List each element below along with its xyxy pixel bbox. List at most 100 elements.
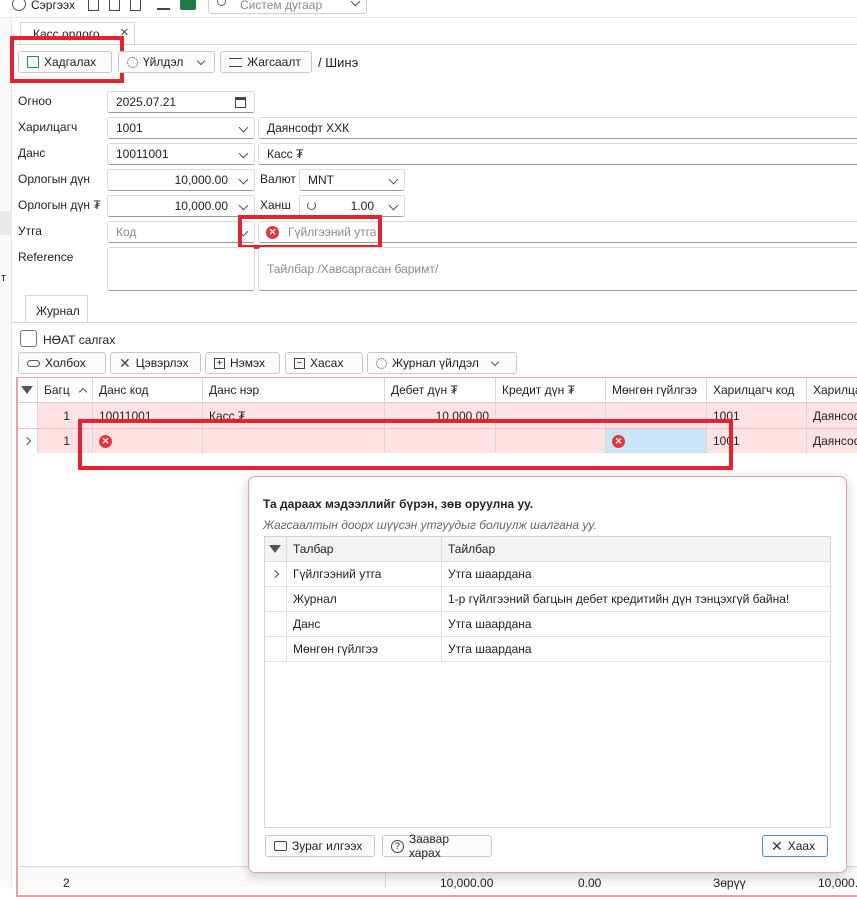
paste-icon[interactable]: [109, 0, 120, 11]
amount-value: 10,000.00: [174, 173, 228, 187]
reference-label: Reference: [18, 250, 74, 264]
list-item[interactable]: Гүйлгээний утга Утга шаардана: [265, 562, 830, 587]
tab-close-icon[interactable]: ×: [120, 24, 129, 41]
chevron-down-icon[interactable]: [238, 122, 249, 133]
currency-select[interactable]: MNT: [299, 169, 405, 191]
chevron-down-icon: [388, 174, 399, 185]
send-screenshot-button[interactable]: Зураг илгээх: [265, 835, 375, 857]
filter-icon[interactable]: [265, 537, 287, 561]
row-cash[interactable]: ✕: [606, 429, 707, 453]
table-row[interactable]: 1 ✕ ✕ 1001 Даянсофт: [18, 428, 857, 453]
error-list-table: Талбар Тайлбар Гүйлгээний утга Утга шаар…: [264, 536, 831, 828]
search-icon: [217, 0, 226, 6]
error-desc-value: 1-р гүйлгээний багцын дебет кредитийн дү…: [448, 592, 790, 606]
excel-export-icon[interactable]: [180, 0, 196, 10]
account-label: Данс: [18, 146, 46, 160]
error-table-header: Талбар Тайлбар: [265, 537, 830, 562]
row-batch[interactable]: 1: [38, 403, 93, 428]
row-account-code[interactable]: ✕: [93, 429, 203, 453]
row-customer[interactable]: Даянсофт: [807, 429, 857, 453]
col-customer[interactable]: Харилцагч: [807, 378, 857, 403]
col-credit[interactable]: Кредит дүн ₮: [496, 378, 606, 403]
col-batch[interactable]: Багц: [38, 378, 93, 403]
row-credit[interactable]: [496, 403, 606, 428]
error-icon: ✕: [612, 434, 625, 448]
row-account-code[interactable]: 10011001: [93, 403, 203, 428]
account-code-field[interactable]: 10011001: [107, 143, 255, 165]
row-debit[interactable]: 10,000.00: [385, 403, 496, 428]
remove-button[interactable]: − Хасах: [285, 352, 363, 374]
vat-label: НӨАТ салгах: [43, 333, 116, 347]
row-customer-code[interactable]: 1001: [707, 429, 807, 453]
copy-icon[interactable]: [88, 0, 99, 11]
amount-mnt-field[interactable]: 10,000.00: [107, 195, 255, 217]
list-icon[interactable]: [157, 0, 170, 10]
row-customer-code[interactable]: 1001: [707, 403, 807, 428]
rate-field[interactable]: 1.00: [299, 195, 405, 217]
help-label: Заавар харах: [408, 832, 450, 860]
note-field[interactable]: Тайлбар /Хавсаргасан баримт/: [258, 247, 857, 291]
calendar-icon[interactable]: [235, 97, 246, 108]
row-account-name[interactable]: [203, 429, 385, 453]
table-row[interactable]: 1 10011001 Касс ₮ 10,000.00 1001 Даянсоф…: [18, 403, 857, 428]
add-button[interactable]: + Нэмэх: [205, 352, 280, 374]
journal-operation-button[interactable]: Журнал үйлдэл: [367, 352, 517, 374]
link-icon: [27, 359, 40, 367]
row-credit[interactable]: [496, 429, 606, 453]
chevron-down-icon[interactable]: [238, 148, 249, 159]
chevron-down-icon[interactable]: [388, 200, 399, 211]
purpose-text-field[interactable]: ✕ Гүйлгээний утга: [258, 221, 857, 243]
col-account-code[interactable]: Данс код: [93, 378, 203, 403]
list-item[interactable]: Мөнгөн гүйлгээ Утга шаардана: [265, 637, 830, 662]
save-button[interactable]: Хадгалах: [18, 51, 112, 73]
row-indicator[interactable]: [18, 429, 38, 453]
footer-diff-label: Зөрүү: [713, 876, 746, 890]
system-number-search[interactable]: Систем дугаар: [208, 0, 367, 14]
debit-value: 10,000.00: [435, 408, 489, 423]
col-desc[interactable]: Тайлбар: [442, 537, 830, 561]
link-button[interactable]: Холбох: [18, 352, 106, 374]
help-button[interactable]: ? Заавар харах: [382, 832, 492, 860]
col-field[interactable]: Талбар: [287, 537, 442, 561]
error-field: Журнал: [287, 587, 442, 611]
col-account-name-label: Данс нэр: [209, 383, 260, 397]
col-customer-code[interactable]: Харилцагч код: [707, 378, 807, 403]
list-button[interactable]: Жагсаалт: [220, 51, 312, 73]
col-debit[interactable]: Дебет дүн ₮: [385, 378, 496, 403]
chevron-down-icon[interactable]: [238, 200, 249, 211]
tab-divider: [12, 44, 857, 45]
clear-button[interactable]: ✕ Цэвэрлэх: [110, 352, 201, 374]
close-dialog-button[interactable]: ✕ Хаах: [762, 835, 828, 857]
vat-checkbox[interactable]: [20, 330, 37, 347]
filter-icon[interactable]: [18, 378, 38, 403]
clipboard-icon[interactable]: [130, 0, 141, 11]
error-field: Гүйлгээний утга: [287, 562, 442, 586]
operation-menu-button[interactable]: Үйлдэл: [118, 51, 215, 73]
chevron-down-icon[interactable]: [238, 226, 249, 237]
row-account-name[interactable]: Касс ₮: [203, 403, 385, 428]
account-code-value: 10011001: [116, 147, 169, 161]
row-customer[interactable]: Даянсофт: [807, 403, 857, 428]
tab-cash-income[interactable]: Касс орлого ×: [20, 22, 135, 44]
batch-value: 1: [63, 434, 70, 448]
refresh-rate-icon[interactable]: [307, 201, 316, 210]
amount-field[interactable]: 10,000.00: [107, 169, 255, 191]
search-input[interactable]: Систем дугаар: [240, 0, 322, 12]
purpose-code-field[interactable]: Код: [107, 221, 255, 243]
col-account-name[interactable]: Данс нэр: [203, 378, 385, 403]
tab-journal[interactable]: Журнал: [25, 295, 88, 322]
currency-value: MNT: [308, 173, 334, 187]
row-cash[interactable]: [606, 403, 707, 428]
row-batch[interactable]: 1: [38, 429, 93, 453]
chevron-down-icon[interactable]: [238, 174, 249, 185]
footer-debit: 10,000.00: [440, 876, 494, 890]
customer-code-field[interactable]: 1001: [107, 117, 255, 139]
row-debit[interactable]: [385, 429, 496, 453]
date-field[interactable]: 2025.07.21: [107, 91, 255, 113]
refresh-radio-icon[interactable]: [12, 0, 26, 11]
refresh-label[interactable]: Сэргээх: [31, 0, 75, 12]
list-item[interactable]: Журнал 1-р гүйлгээний багцын дебет креди…: [265, 587, 830, 612]
col-cash[interactable]: Мөнгөн гүйлгээ: [606, 378, 707, 403]
reference-field[interactable]: [107, 247, 255, 291]
list-item[interactable]: Данс Утга шаардана: [265, 612, 830, 637]
